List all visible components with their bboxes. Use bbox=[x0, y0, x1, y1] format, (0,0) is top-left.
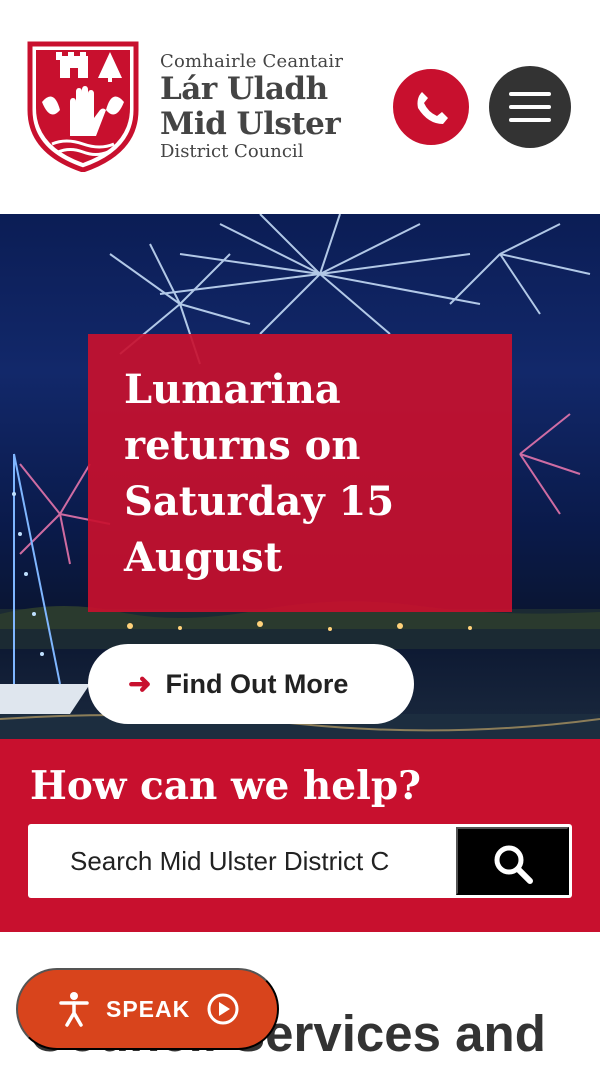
speak-button[interactable]: SPEAK bbox=[16, 968, 279, 1050]
hero-card: Lumarina returns on Saturday 15 August bbox=[88, 334, 512, 612]
hamburger-menu-icon bbox=[509, 92, 551, 96]
hamburger-menu-icon-bar bbox=[509, 118, 551, 122]
phone-button[interactable] bbox=[390, 66, 472, 148]
accessibility-person-icon bbox=[59, 992, 89, 1027]
council-crest-icon bbox=[27, 41, 139, 172]
help-search-section: How can we help? bbox=[0, 739, 600, 932]
arrow-right-icon: ➜ bbox=[128, 668, 152, 699]
hero-banner: Lumarina returns on Saturday 15 August ➜… bbox=[0, 214, 600, 739]
search-button[interactable] bbox=[456, 827, 569, 895]
phone-icon bbox=[417, 92, 448, 124]
play-icon bbox=[207, 993, 239, 1025]
find-out-more-label: Find Out More bbox=[165, 668, 349, 699]
find-out-more-button[interactable]: ➜ Find Out More bbox=[88, 644, 414, 724]
logo-wordmark: Comhairle Ceantair Lár Uladh Mid Ulster … bbox=[160, 52, 343, 162]
logo-irish-line: Comhairle Ceantair bbox=[160, 51, 344, 72]
council-logo-link[interactable]: Comhairle Ceantair Lár Uladh Mid Ulster … bbox=[26, 40, 356, 175]
logo-sub-line: District Council bbox=[160, 141, 304, 162]
hamburger-menu-icon-bar bbox=[509, 105, 551, 109]
search-icon bbox=[494, 845, 533, 884]
speak-label: SPEAK bbox=[106, 995, 191, 1022]
logo-name-irish: Lár Uladh bbox=[160, 71, 328, 107]
search-bar bbox=[28, 824, 572, 898]
search-input[interactable] bbox=[28, 824, 456, 898]
logo-name-english: Mid Ulster bbox=[160, 106, 341, 142]
hero-title: Lumarina returns on Saturday 15 August bbox=[124, 366, 395, 581]
menu-button[interactable] bbox=[489, 66, 571, 148]
site-header: Comhairle Ceantair Lár Uladh Mid Ulster … bbox=[0, 0, 600, 214]
help-title: How can we help? bbox=[30, 763, 422, 809]
